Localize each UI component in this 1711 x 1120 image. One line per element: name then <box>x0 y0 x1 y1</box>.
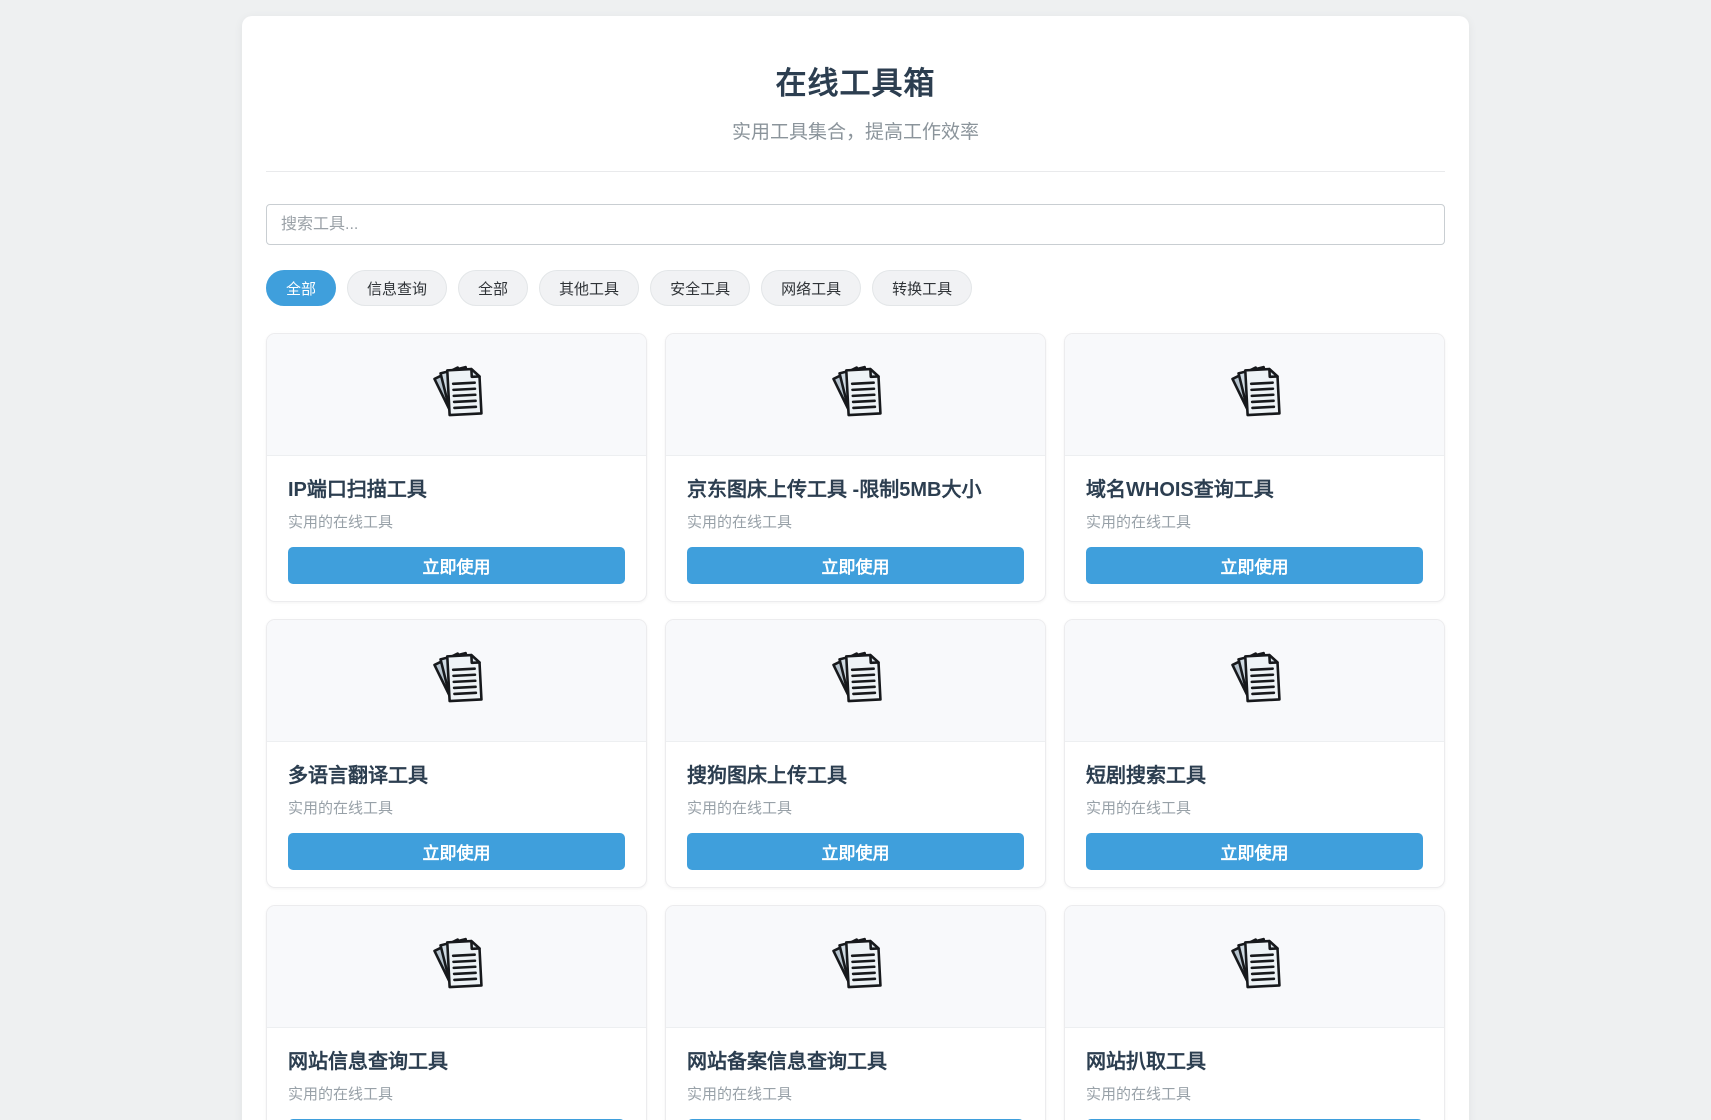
page-subtitle: 实用工具集合，提高工作效率 <box>266 117 1445 144</box>
documents-icon <box>825 648 887 713</box>
documents-icon <box>1224 648 1286 713</box>
tool-title: 京东图床上传工具 -限制5MB大小 <box>687 473 1024 502</box>
card-body: 网站备案信息查询工具 实用的在线工具 立即使用 <box>666 1028 1045 1120</box>
tool-card: 多语言翻译工具 实用的在线工具 立即使用 <box>266 619 647 888</box>
filter-all-2[interactable]: 全部 <box>458 270 528 306</box>
card-body: IP端口扫描工具 实用的在线工具 立即使用 <box>267 456 646 601</box>
documents-icon <box>426 648 488 713</box>
tool-title: 短剧搜索工具 <box>1086 759 1423 788</box>
search-bar <box>266 204 1445 245</box>
filter-other-tools[interactable]: 其他工具 <box>539 270 639 306</box>
card-icon-area <box>1065 906 1444 1028</box>
tool-card: 网站信息查询工具 实用的在线工具 立即使用 <box>266 905 647 1120</box>
tool-card: 搜狗图床上传工具 实用的在线工具 立即使用 <box>665 619 1046 888</box>
card-icon-area <box>267 334 646 456</box>
tool-description: 实用的在线工具 <box>288 797 625 818</box>
card-body: 网站扒取工具 实用的在线工具 立即使用 <box>1065 1028 1444 1120</box>
tool-title: 搜狗图床上传工具 <box>687 759 1024 788</box>
tool-card: 京东图床上传工具 -限制5MB大小 实用的在线工具 立即使用 <box>665 333 1046 602</box>
toolbox-panel: 在线工具箱 实用工具集合，提高工作效率 全部 信息查询 全部 其他工具 安全工具… <box>242 16 1469 1120</box>
card-icon-area <box>267 620 646 742</box>
tool-description: 实用的在线工具 <box>1086 511 1423 532</box>
filter-all[interactable]: 全部 <box>266 270 336 306</box>
documents-icon <box>426 362 488 427</box>
tool-description: 实用的在线工具 <box>687 1083 1024 1104</box>
tool-card: 网站备案信息查询工具 实用的在线工具 立即使用 <box>665 905 1046 1120</box>
documents-icon <box>825 934 887 999</box>
use-now-button[interactable]: 立即使用 <box>687 547 1024 584</box>
tool-card-grid: IP端口扫描工具 实用的在线工具 立即使用 <box>266 333 1445 1120</box>
card-icon-area <box>666 906 1045 1028</box>
filter-pill-row: 全部 信息查询 全部 其他工具 安全工具 网络工具 转换工具 <box>266 270 1445 306</box>
tool-card: 短剧搜索工具 实用的在线工具 立即使用 <box>1064 619 1445 888</box>
tool-card: 网站扒取工具 实用的在线工具 立即使用 <box>1064 905 1445 1120</box>
use-now-button[interactable]: 立即使用 <box>1086 833 1423 870</box>
card-icon-area <box>666 334 1045 456</box>
documents-icon <box>825 362 887 427</box>
documents-icon <box>1224 934 1286 999</box>
tool-title: 多语言翻译工具 <box>288 759 625 788</box>
documents-icon <box>426 934 488 999</box>
card-icon-area <box>267 906 646 1028</box>
tool-description: 实用的在线工具 <box>1086 797 1423 818</box>
page-header: 在线工具箱 实用工具集合，提高工作效率 <box>266 58 1445 172</box>
tool-description: 实用的在线工具 <box>288 511 625 532</box>
page-title: 在线工具箱 <box>266 58 1445 103</box>
use-now-button[interactable]: 立即使用 <box>288 833 625 870</box>
documents-icon <box>1224 362 1286 427</box>
tool-description: 实用的在线工具 <box>288 1083 625 1104</box>
card-body: 网站信息查询工具 实用的在线工具 立即使用 <box>267 1028 646 1120</box>
card-body: 多语言翻译工具 实用的在线工具 立即使用 <box>267 742 646 887</box>
tool-card: 域名WHOIS查询工具 实用的在线工具 立即使用 <box>1064 333 1445 602</box>
tool-title: IP端口扫描工具 <box>288 473 625 502</box>
tool-title: 域名WHOIS查询工具 <box>1086 473 1423 502</box>
search-input[interactable] <box>266 204 1445 245</box>
filter-security-tools[interactable]: 安全工具 <box>650 270 750 306</box>
use-now-button[interactable]: 立即使用 <box>1086 547 1423 584</box>
use-now-button[interactable]: 立即使用 <box>288 547 625 584</box>
tool-description: 实用的在线工具 <box>687 511 1024 532</box>
filter-network-tools[interactable]: 网络工具 <box>761 270 861 306</box>
tool-title: 网站扒取工具 <box>1086 1045 1423 1074</box>
card-body: 搜狗图床上传工具 实用的在线工具 立即使用 <box>666 742 1045 887</box>
card-body: 域名WHOIS查询工具 实用的在线工具 立即使用 <box>1065 456 1444 601</box>
tool-description: 实用的在线工具 <box>687 797 1024 818</box>
use-now-button[interactable]: 立即使用 <box>687 833 1024 870</box>
filter-info-query[interactable]: 信息查询 <box>347 270 447 306</box>
tool-description: 实用的在线工具 <box>1086 1083 1423 1104</box>
card-body: 短剧搜索工具 实用的在线工具 立即使用 <box>1065 742 1444 887</box>
tool-title: 网站信息查询工具 <box>288 1045 625 1074</box>
filter-convert-tools[interactable]: 转换工具 <box>872 270 972 306</box>
card-icon-area <box>1065 620 1444 742</box>
card-icon-area <box>1065 334 1444 456</box>
card-body: 京东图床上传工具 -限制5MB大小 实用的在线工具 立即使用 <box>666 456 1045 601</box>
card-icon-area <box>666 620 1045 742</box>
tool-card: IP端口扫描工具 实用的在线工具 立即使用 <box>266 333 647 602</box>
tool-title: 网站备案信息查询工具 <box>687 1045 1024 1074</box>
